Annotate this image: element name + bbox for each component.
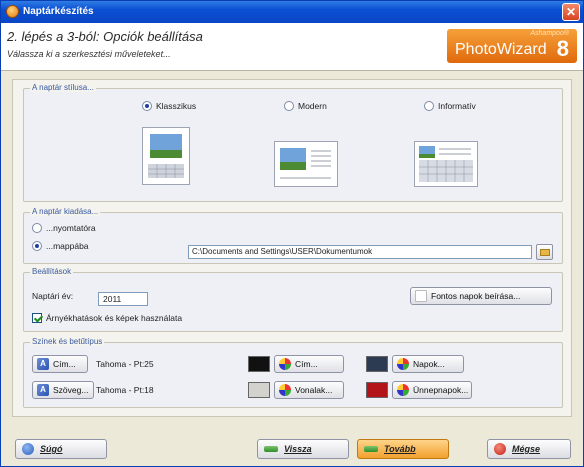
back-button[interactable]: Vissza (257, 439, 349, 459)
checkbox-checked-icon (32, 313, 42, 323)
radio-icon (32, 223, 42, 233)
font-icon: A (37, 358, 49, 370)
output-path-field[interactable]: C:\Documents and Settings\USER\Dokumentu… (188, 245, 532, 259)
title-font-button-label: Cím... (53, 359, 76, 369)
informative-calendar-thumb-icon[interactable] (414, 141, 478, 187)
window-title: Naptárkészítés (23, 6, 94, 17)
font-icon: A (37, 384, 49, 396)
radio-icon (424, 101, 434, 111)
holidays-color-button-label: Ünnepnapok... (413, 385, 469, 395)
photowizard-logo: Ashampoo® PhotoWizard 8 (447, 29, 577, 63)
radio-selected-icon (32, 241, 42, 251)
classic-calendar-thumb-icon[interactable] (142, 127, 190, 185)
output-radio-printer[interactable]: ...nyomtatóra (32, 223, 96, 233)
holidays-color-button[interactable]: Ünnepnapok... (392, 381, 472, 399)
settings-legend: Beállítások (30, 267, 74, 276)
days-color-swatch (366, 356, 388, 372)
palette-icon (279, 384, 291, 396)
style-label-classic: Klasszikus (156, 101, 197, 111)
palette-icon (397, 384, 409, 396)
year-label: Naptári év: (32, 291, 74, 301)
arrow-left-icon (264, 446, 278, 452)
wizard-footer: Súgó Vissza Tovább Mégse (1, 428, 583, 466)
cancel-button[interactable]: Mégse (487, 439, 571, 459)
style-label-modern: Modern (298, 101, 327, 111)
back-label: Vissza (284, 444, 312, 454)
cancel-label: Mégse (512, 444, 541, 454)
lines-color-button[interactable]: Vonalak... (274, 381, 344, 399)
close-button[interactable]: ✕ (562, 3, 580, 21)
title-color-button-label: Cím... (295, 359, 318, 369)
text-font-button-label: Szöveg... (53, 385, 89, 395)
help-icon (22, 443, 34, 455)
radio-icon (284, 101, 294, 111)
radio-selected-icon (142, 101, 152, 111)
step-title: 2. lépés a 3-ból: Opciók beállítása (7, 29, 203, 44)
arrow-right-icon (364, 446, 378, 452)
important-days-button[interactable]: Fontos napok beírása... (410, 287, 552, 305)
app-icon (6, 5, 19, 18)
style-radio-classic[interactable]: Klasszikus (142, 101, 196, 111)
palette-icon (397, 358, 409, 370)
style-label-informative: Informatív (438, 101, 476, 111)
text-font-button[interactable]: A Szöveg... (32, 381, 94, 399)
palette-icon (279, 358, 291, 370)
style-radio-modern[interactable]: Modern (284, 101, 327, 111)
folder-icon (540, 249, 550, 256)
calendar-output-legend: A naptár kiadása... (30, 207, 101, 216)
output-label-folder: ...mappába (46, 241, 89, 251)
modern-calendar-thumb-icon[interactable] (274, 141, 338, 187)
title-font-value: Tahoma - Pt:25 (96, 359, 154, 369)
title-bar[interactable]: Naptárkészítés ✕ (1, 1, 583, 23)
next-button[interactable]: Tovább (357, 439, 449, 459)
shadows-checkbox-label: Árnyékhatások és képek használata (46, 313, 183, 323)
output-label-printer: ...nyomtatóra (46, 223, 96, 233)
title-font-button[interactable]: A Cím... (32, 355, 88, 373)
text-font-value: Tahoma - Pt:18 (96, 385, 154, 395)
browse-folder-button[interactable] (536, 244, 553, 260)
output-radio-folder[interactable]: ...mappába (32, 241, 89, 251)
lines-color-swatch (248, 382, 270, 398)
shadows-checkbox[interactable]: Árnyékhatások és képek használata (32, 313, 182, 323)
logo-name: PhotoWizard (455, 41, 547, 58)
options-panel: A naptár stílusa... Klasszikus Modern In… (12, 79, 572, 417)
days-color-button[interactable]: Napok... (392, 355, 464, 373)
wizard-window: Naptárkészítés ✕ 2. lépés a 3-ból: Opció… (0, 0, 584, 467)
logo-version: 8 (556, 36, 569, 61)
important-days-label: Fontos napok beírása... (431, 291, 521, 301)
year-field[interactable]: 2011 (98, 292, 148, 306)
title-color-swatch (248, 356, 270, 372)
step-subtitle: Válassza ki a szerkesztési műveleteket..… (7, 49, 171, 59)
calendar-style-legend: A naptár stílusa... (30, 83, 96, 92)
next-label: Tovább (384, 444, 416, 454)
cancel-icon (494, 443, 506, 455)
holidays-color-swatch (366, 382, 388, 398)
wizard-header: 2. lépés a 3-ból: Opciók beállítása Vála… (1, 23, 583, 71)
help-button[interactable]: Súgó (15, 439, 107, 459)
style-radio-informative[interactable]: Informatív (424, 101, 476, 111)
calendar-page-icon (415, 290, 427, 302)
title-color-button[interactable]: Cím... (274, 355, 344, 373)
colors-fonts-group: Színek és betűtípus A Cím... Tahoma - Pt… (23, 337, 563, 408)
calendar-style-group: A naptár stílusa... Klasszikus Modern In… (23, 83, 563, 202)
days-color-button-label: Napok... (413, 359, 445, 369)
colors-fonts-legend: Színek és betűtípus (30, 337, 105, 346)
lines-color-button-label: Vonalak... (295, 385, 333, 395)
help-label: Súgó (40, 444, 63, 454)
